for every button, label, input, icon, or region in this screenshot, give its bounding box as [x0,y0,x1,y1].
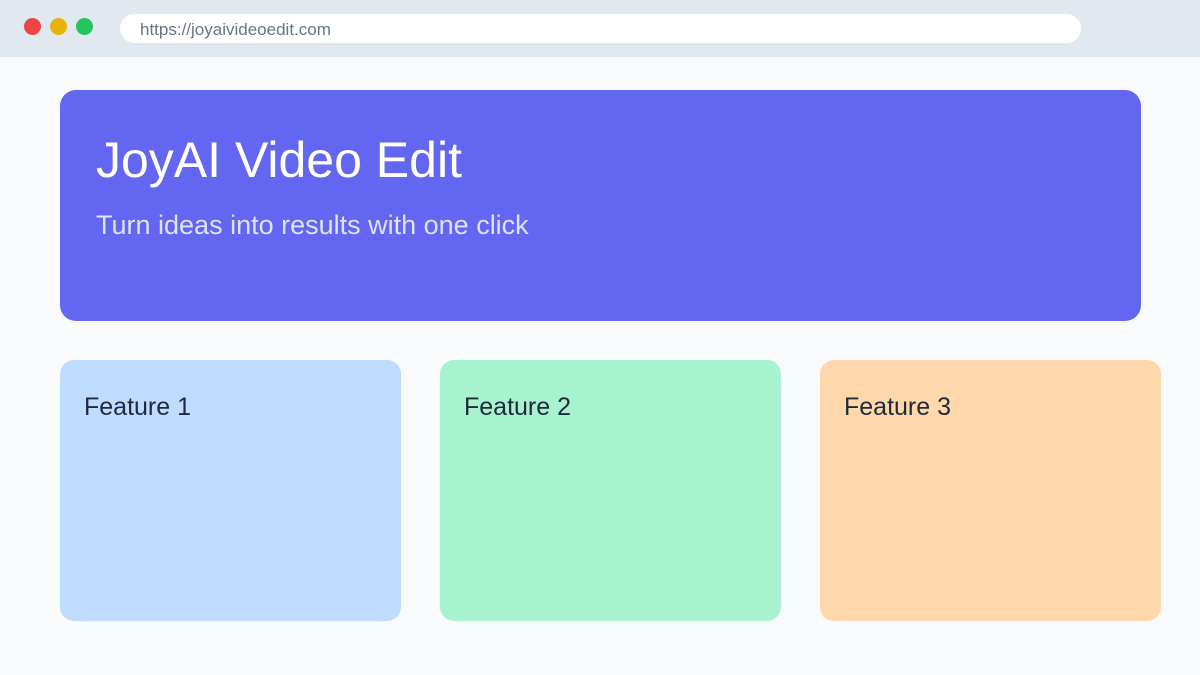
hero-title: JoyAI Video Edit [96,132,462,188]
feature-card-title: Feature 1 [84,393,192,421]
browser-chrome: https://joyaivideoedit.com [0,0,1200,57]
hero-banner: JoyAI Video Edit Turn ideas into results… [60,90,1141,321]
feature-card-title: Feature 2 [464,393,572,421]
feature-card-2[interactable]: Feature 2 [440,360,781,621]
feature-card-1[interactable]: Feature 1 [60,360,401,621]
url-text: https://joyaivideoedit.com [140,20,331,39]
maximize-window-button[interactable] [76,18,93,35]
feature-card-3[interactable]: Feature 3 [820,360,1161,621]
feature-card-title: Feature 3 [844,393,952,421]
minimize-window-button[interactable] [50,18,67,35]
address-bar[interactable]: https://joyaivideoedit.com [120,14,1081,43]
hero-subtitle: Turn ideas into results with one click [96,210,529,240]
close-window-button[interactable] [24,18,41,35]
